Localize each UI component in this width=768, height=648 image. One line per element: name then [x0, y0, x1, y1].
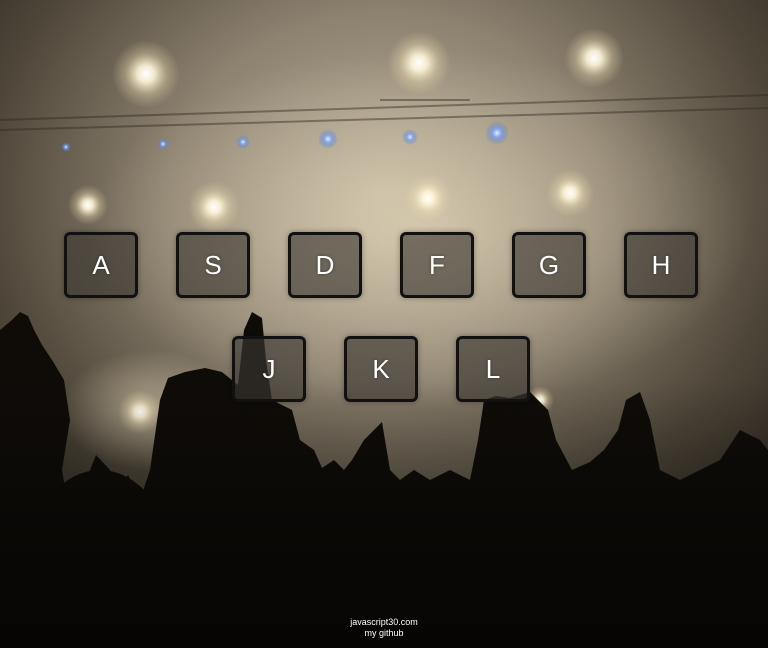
key-k[interactable]: K — [344, 336, 418, 402]
key-g[interactable]: G — [512, 232, 586, 298]
key-l[interactable]: L — [456, 336, 530, 402]
key-label: K — [372, 353, 390, 384]
key-a[interactable]: A — [64, 232, 138, 298]
key-h[interactable]: H — [624, 232, 698, 298]
key-label: S — [204, 249, 222, 280]
key-f[interactable]: F — [400, 232, 474, 298]
key-label: G — [538, 249, 560, 280]
key-label: L — [485, 353, 501, 384]
key-j[interactable]: J — [232, 336, 306, 402]
footer: javascript30.com my github — [0, 617, 768, 639]
javascript30-link[interactable]: javascript30.com — [0, 617, 768, 628]
concert-background-image — [0, 0, 768, 648]
key-label: D — [315, 249, 335, 280]
github-link[interactable]: my github — [0, 628, 768, 639]
key-label: A — [92, 249, 110, 280]
key-label: J — [262, 353, 276, 384]
key-label: H — [651, 249, 671, 280]
key-label: F — [429, 249, 445, 280]
key-d[interactable]: D — [288, 232, 362, 298]
key-s[interactable]: S — [176, 232, 250, 298]
